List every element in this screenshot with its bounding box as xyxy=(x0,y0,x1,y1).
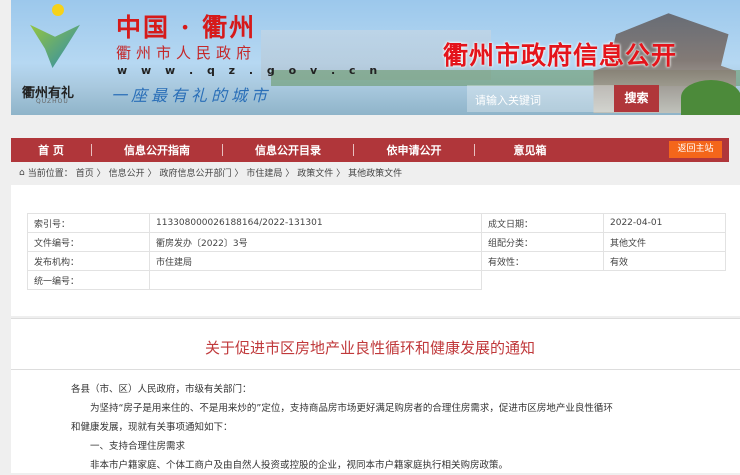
logo-sub: QUZHOU xyxy=(36,98,69,105)
article-body: 各县（市、区）人民政府，市级有关部门： 为坚持“房子是用来住的、不是用来炒的”定… xyxy=(71,380,691,475)
cn-title: 中国 · 衢州 xyxy=(116,13,257,42)
tree-image xyxy=(681,80,740,115)
nav-home[interactable]: 首 页 xyxy=(11,142,91,158)
date-value: 2022-04-01 xyxy=(603,213,726,233)
search-button[interactable]: 搜索 xyxy=(614,85,659,112)
doc-no-label: 文件编号： xyxy=(27,232,150,252)
divider xyxy=(11,369,740,370)
org-value: 市住建局 xyxy=(149,251,482,271)
validity-label: 有效性： xyxy=(481,251,604,271)
nav-catalog[interactable]: 信息公开目录 xyxy=(223,142,353,158)
paragraph: 非本市户籍家庭、个体工商户及由自然人投资或控股的企业，视同本市户籍家庭执行相关购… xyxy=(71,460,509,471)
main-nav: 首 页 信息公开指南 信息公开目录 依申请公开 意见箱 xyxy=(11,138,729,162)
breadcrumb: ⌂ 当前位置： 首页 〉 信息公开 〉 政府信息公开部门 〉 市住建局 〉 政策… xyxy=(19,166,402,180)
gov-name: 衢州市人民政府 xyxy=(116,44,257,62)
table-row: 发布机构： 市住建局 有效性： 有效 xyxy=(27,251,726,271)
article-title: 关于促进市区房地产业良性循环和健康发展的通知 xyxy=(204,339,535,357)
home-icon: ⌂ xyxy=(19,167,25,178)
date-label: 成文日期： xyxy=(481,213,604,233)
unified-label: 统一编号： xyxy=(27,270,150,290)
paragraph: 为坚持“房子是用来住的、不是用来炒的”定位，支持商品房市场更好满足购房者的合理住… xyxy=(71,403,613,414)
site-title: 衢州市政府信息公开 xyxy=(443,41,678,70)
table-row: 统一编号： xyxy=(27,270,726,290)
breadcrumb-item[interactable]: 政策文件 〉 xyxy=(297,166,345,179)
breadcrumb-item[interactable]: 其他政策文件 xyxy=(348,166,402,179)
paragraph: 一、支持合理住房需求 xyxy=(71,441,186,452)
slogan: 一座最有礼的城市 xyxy=(111,86,272,105)
table-row: 文件编号： 衢房发办〔2022〕3号 组配分类： 其他文件 xyxy=(27,232,726,252)
breadcrumb-item[interactable]: 市住建局 〉 xyxy=(246,166,294,179)
index-value: 113308000026188164/2022-131301 xyxy=(149,213,482,233)
search-input[interactable]: 请输入关键词 xyxy=(467,85,614,112)
sun-icon xyxy=(52,4,64,16)
paragraph: 和健康发展，现就有关事项通知如下： xyxy=(71,422,233,433)
unified-value xyxy=(149,270,482,290)
breadcrumb-label: 当前位置： xyxy=(27,169,73,179)
breadcrumb-item[interactable]: 政府信息公开部门 〉 xyxy=(159,166,243,179)
doc-no-value: 衢房发办〔2022〕3号 xyxy=(149,232,482,252)
category-label: 组配分类： xyxy=(481,232,604,252)
nav-apply[interactable]: 依申请公开 xyxy=(354,142,474,158)
validity-value: 有效 xyxy=(603,251,726,271)
nav-guide[interactable]: 信息公开指南 xyxy=(92,142,222,158)
city-logo[interactable]: 衢州有礼 QUZHOU xyxy=(16,2,80,105)
logo-mark-icon xyxy=(30,24,80,68)
org-label: 发布机构： xyxy=(27,251,150,271)
site-url: w w w . q z . g o v . c n xyxy=(117,64,383,77)
index-label: 索引号： xyxy=(27,213,150,233)
paragraph: 各县（市、区）人民政府，市级有关部门： xyxy=(71,384,252,395)
back-to-main-button[interactable]: 返回主站 xyxy=(669,141,722,158)
table-row: 索引号： 113308000026188164/2022-131301 成文日期… xyxy=(27,213,726,233)
breadcrumb-item[interactable]: 信息公开 〉 xyxy=(109,166,157,179)
meta-table: 索引号： 113308000026188164/2022-131301 成文日期… xyxy=(27,213,726,290)
nav-feedback[interactable]: 意见箱 xyxy=(475,142,585,158)
breadcrumb-item[interactable]: 首页 〉 xyxy=(76,166,106,179)
category-value: 其他文件 xyxy=(603,232,726,252)
empty-cell xyxy=(482,271,726,290)
